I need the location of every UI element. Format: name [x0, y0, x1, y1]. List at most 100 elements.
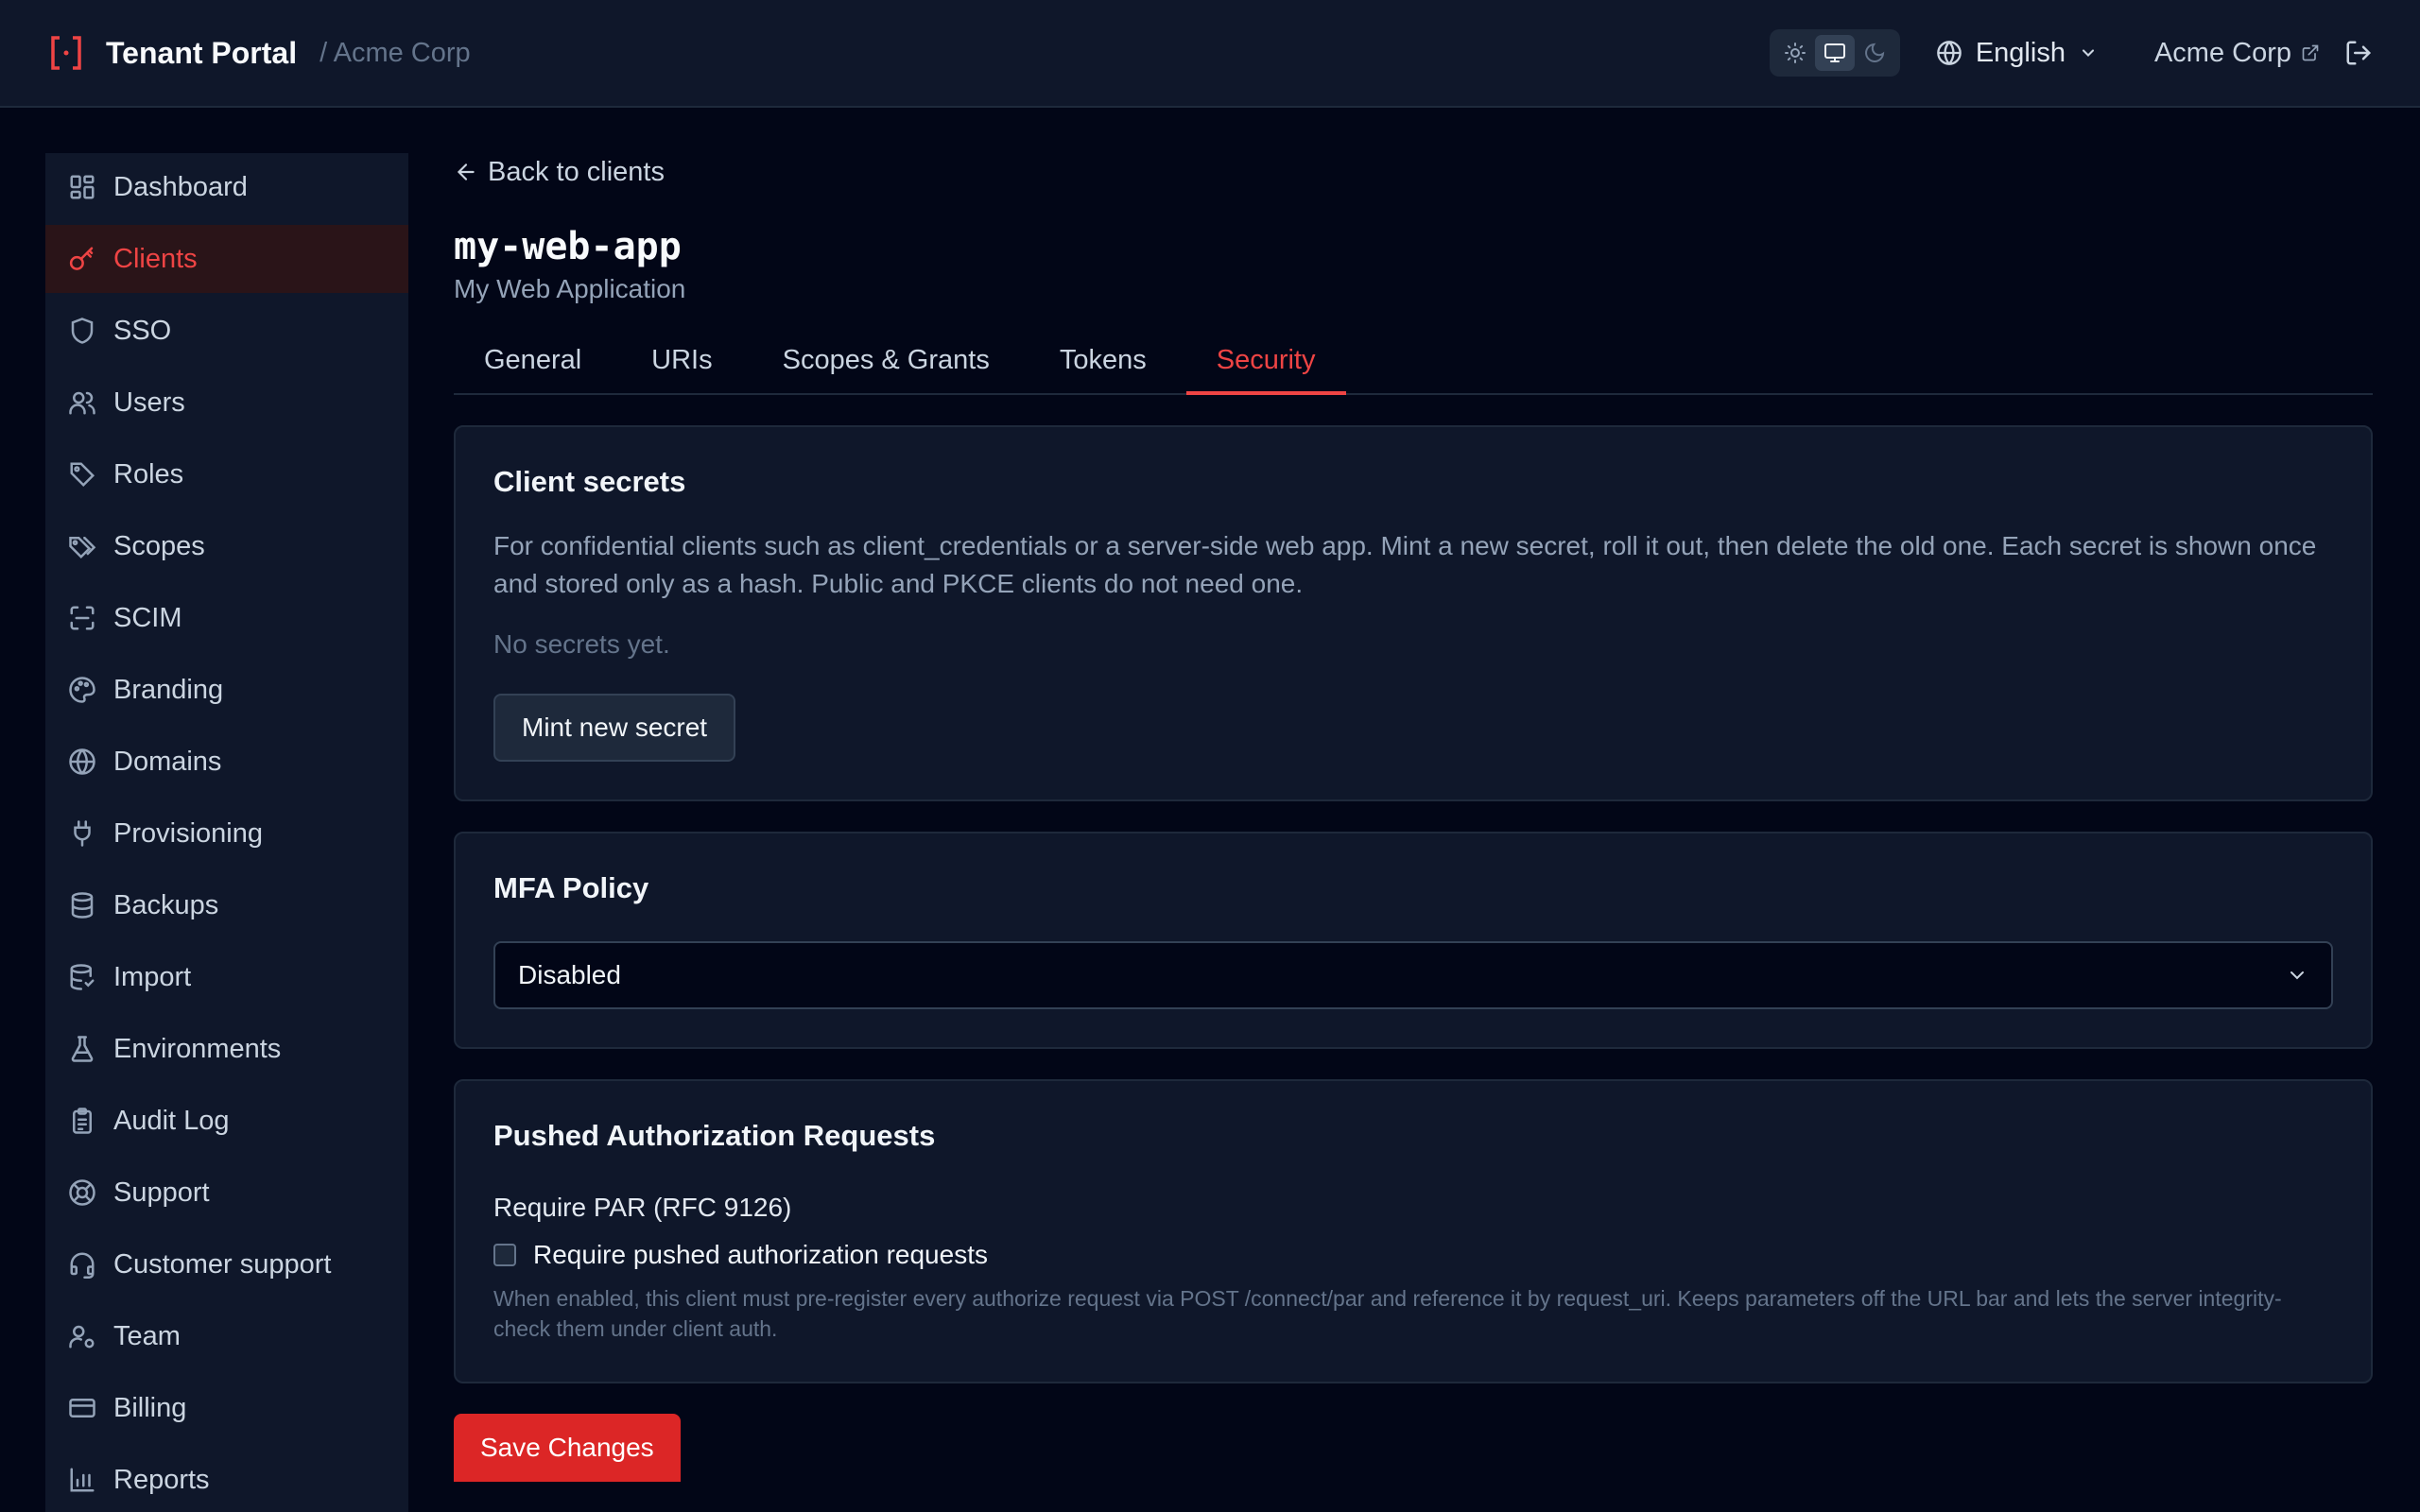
par-field-label: Require PAR (RFC 9126) [493, 1193, 792, 1222]
sidebar-item-label: Branding [113, 674, 224, 705]
tab-security[interactable]: Security [1185, 333, 1346, 395]
lifebuoy-icon [69, 1179, 95, 1206]
shield-icon [71, 318, 94, 344]
sidebar-item-environments[interactable]: Environments [45, 1015, 408, 1083]
client-secrets-description: For confidential clients such as client_… [493, 531, 2317, 598]
sidebar-item-team[interactable]: Team [45, 1302, 408, 1370]
sidebar-item-users[interactable]: Users [45, 369, 408, 437]
sidebar-item-label: Environments [113, 1033, 282, 1064]
sidebar-item-label: Team [113, 1320, 181, 1351]
scan-icon [70, 606, 95, 630]
light-theme-button[interactable] [1775, 35, 1815, 71]
tenant-breadcrumb: / Acme Corp [320, 37, 471, 68]
dark-theme-button[interactable] [1855, 35, 1894, 71]
sidebar-item-backups[interactable]: Backups [45, 871, 408, 939]
sidebar-item-label: Support [113, 1177, 210, 1208]
sidebar-item-label: Clients [113, 243, 198, 274]
sidebar-item-reports[interactable]: Reports [45, 1446, 408, 1512]
back-to-clients-link[interactable]: Back to clients [454, 153, 2373, 191]
sidebar-item-roles[interactable]: Roles [45, 440, 408, 508]
header-actions: English Acme Corp [1769, 29, 2373, 77]
sidebar-item-provisioning[interactable]: Provisioning [45, 799, 408, 868]
chevron-down-icon [2082, 49, 2094, 57]
sidebar-item-sso[interactable]: SSO [45, 297, 408, 365]
flask-icon [71, 1036, 94, 1062]
mint-secret-button[interactable]: Mint new secret [493, 694, 736, 762]
sidebar-item-scim[interactable]: SCIM [45, 584, 408, 652]
system-theme-button[interactable] [1814, 35, 1855, 71]
database-icon [71, 892, 94, 919]
sidebar-item-label: Domains [113, 746, 222, 777]
key-icon [69, 247, 94, 270]
database-import-icon [70, 964, 95, 990]
theme-switch [1769, 29, 1900, 77]
logout-button[interactable] [2344, 39, 2373, 67]
clipboard-icon [73, 1108, 92, 1134]
sidebar-item-branding[interactable]: Branding [45, 656, 408, 724]
tab-uris[interactable]: URIs [621, 333, 742, 393]
brand-logo-icon [47, 34, 85, 72]
mfa-policy-value: Disabled [518, 960, 621, 989]
arrow-left-icon [457, 163, 475, 180]
mfa-policy-title: MFA Policy [493, 871, 649, 904]
headset-icon [70, 1252, 95, 1279]
brand-title: Tenant Portal [106, 35, 298, 70]
require-par-label: Require pushed authorization requests [533, 1240, 988, 1269]
sidebar-item-domains[interactable]: Domains [45, 728, 408, 796]
sidebar-item-label: SCIM [113, 602, 182, 633]
tab-tokens[interactable]: Tokens [1029, 333, 1177, 393]
external-link-icon [2302, 44, 2319, 61]
require-par-checkbox[interactable] [493, 1244, 516, 1266]
sun-icon [1784, 43, 1806, 63]
language-label: English [1975, 37, 2066, 68]
par-card: Pushed Authorization Requests Require PA… [454, 1079, 2373, 1383]
credit-card-icon [69, 1399, 95, 1418]
sidebar-item-label: Roles [113, 458, 184, 490]
tag-icon [70, 462, 95, 488]
sidebar-item-support[interactable]: Support [45, 1159, 408, 1227]
sidebar-item-label: Import [113, 961, 192, 992]
sidebar-item-scopes[interactable]: Scopes [45, 512, 408, 580]
brand[interactable]: Tenant Portal / Acme Corp [47, 34, 471, 72]
client-secrets-title: Client secrets [493, 465, 686, 498]
language-selector[interactable]: English [1936, 38, 2111, 69]
org-link[interactable]: Acme Corp [2154, 38, 2320, 69]
sidebar-item-label: Customer support [113, 1248, 332, 1280]
mfa-policy-card: MFA Policy Disabled [454, 832, 2373, 1049]
par-title: Pushed Authorization Requests [493, 1119, 936, 1152]
globe-icon [69, 748, 95, 775]
sidebar-item-customer-support[interactable]: Customer support [45, 1230, 408, 1298]
bar-chart-icon [70, 1468, 95, 1492]
tags-icon [69, 537, 96, 559]
moon-icon [1864, 43, 1885, 62]
par-hint: When enabled, this client must pre-regis… [493, 1286, 2282, 1341]
sidebar-item-import[interactable]: Import [45, 943, 408, 1011]
sidebar-item-label: Scopes [113, 530, 205, 561]
sidebar-item-label: Billing [113, 1392, 187, 1423]
chevron-down-icon [2290, 971, 2304, 980]
tab-general[interactable]: General [454, 333, 612, 393]
mfa-policy-select[interactable]: Disabled [493, 941, 2333, 1009]
globe-icon [1936, 41, 1962, 65]
monitor-icon [1824, 43, 1845, 62]
client-secrets-card: Client secrets For confidential clients … [454, 425, 2373, 801]
sidebar-item-dashboard[interactable]: Dashboard [45, 153, 408, 221]
sidebar-item-audit-log[interactable]: Audit Log [45, 1087, 408, 1155]
page-title: my-web-app [454, 225, 682, 268]
par-checkbox-row[interactable]: Require pushed authorization requests [493, 1240, 2333, 1270]
palette-icon [69, 677, 95, 703]
tab-scopes-grants[interactable]: Scopes & Grants [752, 333, 1020, 393]
org-label: Acme Corp [2153, 37, 2291, 68]
users-icon [69, 391, 95, 415]
client-tabs: General URIs Scopes & Grants Tokens Secu… [454, 333, 2373, 395]
top-header: Tenant Portal / Acme Corp English Acme C… [0, 0, 2420, 108]
sidebar-item-label: Provisioning [113, 817, 263, 849]
plug-icon [74, 820, 91, 847]
no-secrets-note: No secrets yet. [493, 629, 670, 659]
back-label: Back to clients [488, 156, 665, 187]
save-changes-button[interactable]: Save Changes [454, 1414, 681, 1482]
sidebar-item-billing[interactable]: Billing [45, 1374, 408, 1442]
sidebar-item-clients[interactable]: Clients [45, 225, 408, 293]
sidebar-item-label: Dashboard [113, 171, 248, 202]
main-content: Back to clients my-web-app My Web Applic… [454, 153, 2373, 1482]
